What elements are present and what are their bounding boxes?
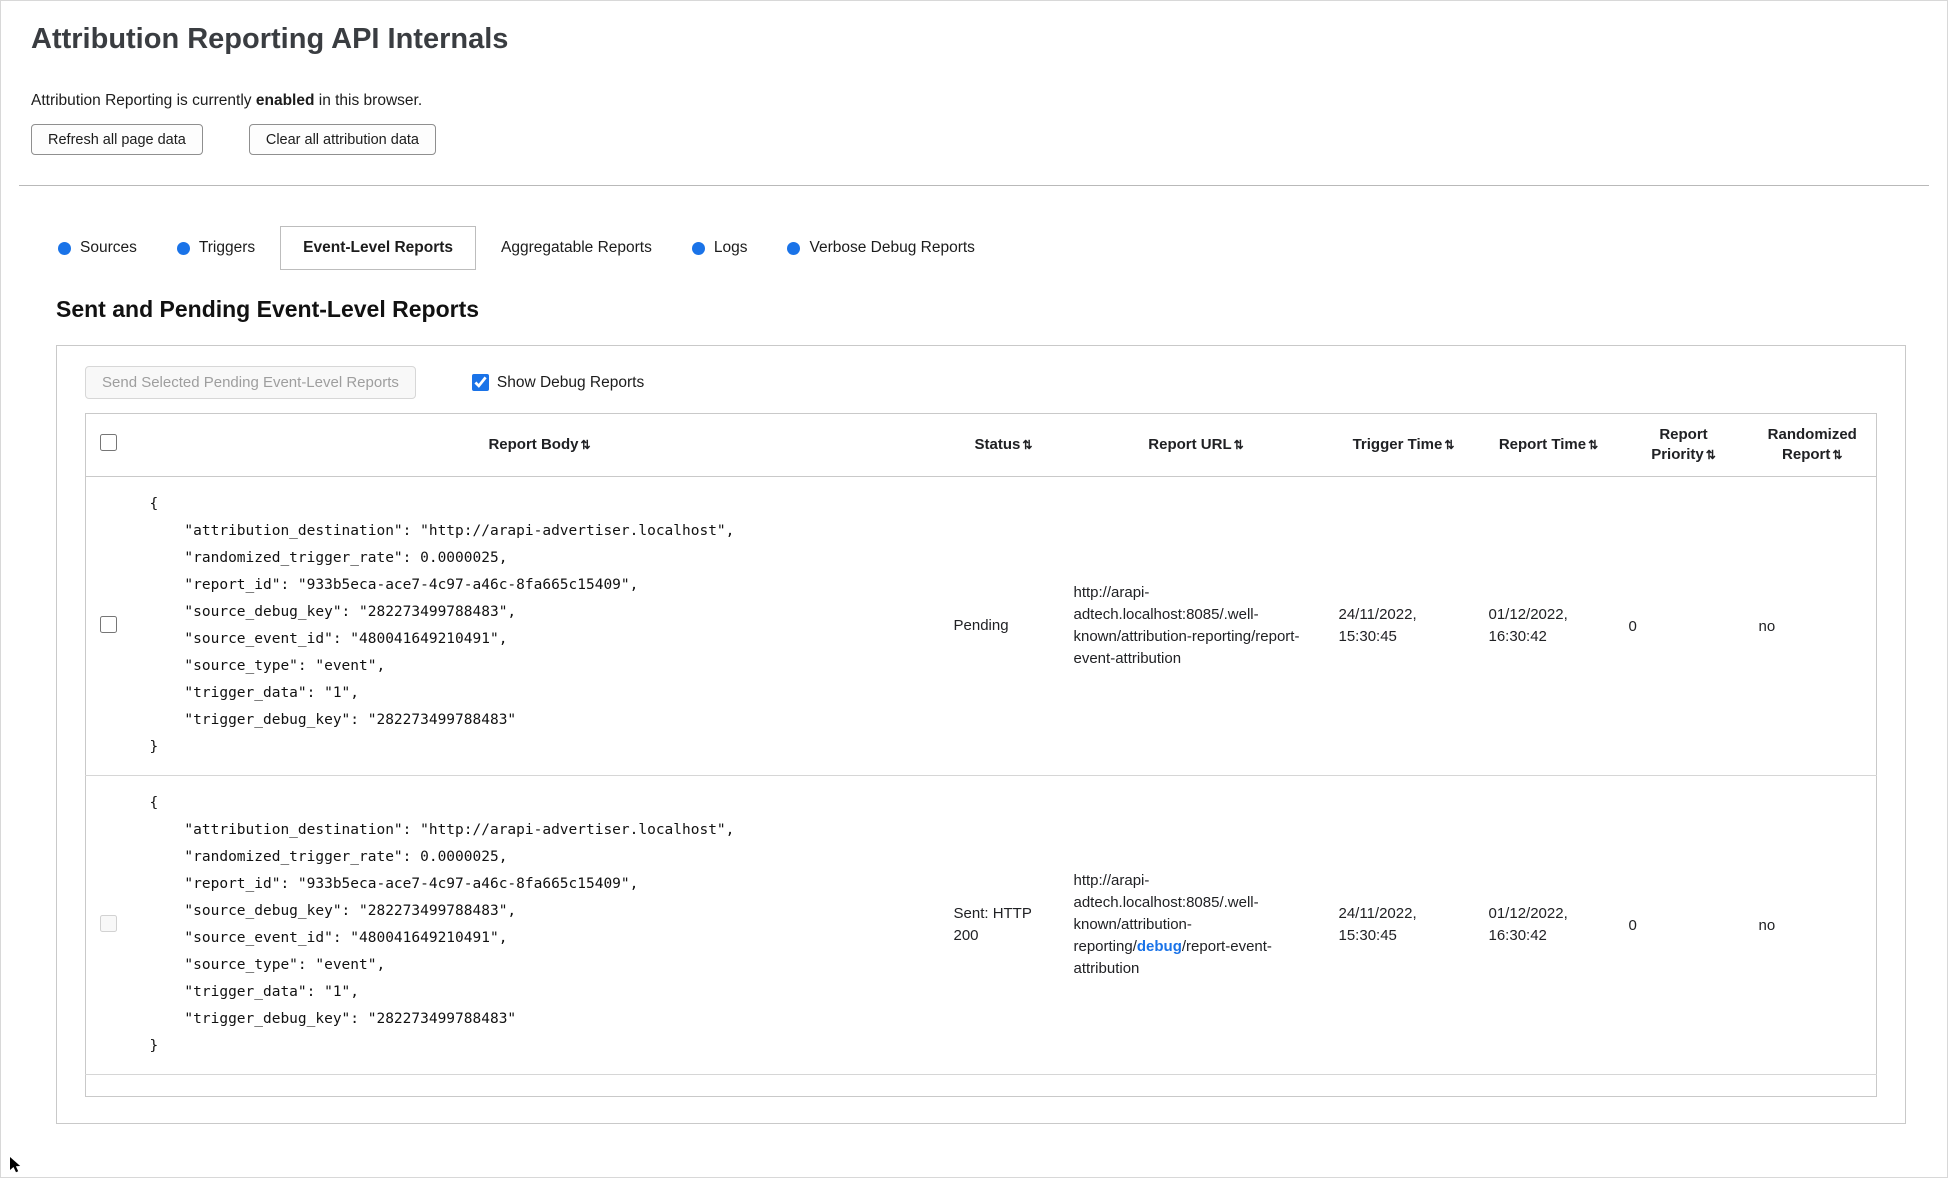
row-select-cell bbox=[86, 477, 136, 776]
row-select-checkbox[interactable] bbox=[100, 615, 117, 633]
sort-icon: ⇅ bbox=[1705, 448, 1716, 462]
attribution-internals-page: Attribution Reporting API Internals Attr… bbox=[0, 0, 1948, 1178]
refresh-all-page-data-button[interactable]: Refresh all page data bbox=[31, 124, 203, 155]
report-time: 01/12/2022, 16:30:42 bbox=[1478, 775, 1619, 1075]
sort-icon: ⇅ bbox=[1588, 438, 1599, 452]
status-enabled-text: enabled bbox=[255, 92, 315, 109]
report-status: Pending bbox=[953, 617, 1009, 634]
report-body-json: { "attribution_destination": "http://ara… bbox=[149, 795, 735, 1054]
status-line: Attribution Reporting is currently enabl… bbox=[31, 92, 1917, 110]
report-row-pending: { "attribution_destination": "http://ara… bbox=[86, 477, 1877, 776]
tab-event-level-reports-label: Event-Level Reports bbox=[303, 239, 454, 256]
tab-aggregatable-reports[interactable]: Aggregatable Reports bbox=[486, 226, 667, 270]
report-url-text: http://arapi-adtech.localhost:8085/.well… bbox=[1073, 584, 1300, 667]
header-report-priority-label: Report Priority bbox=[1651, 426, 1708, 463]
header-status-label: Status bbox=[974, 436, 1021, 453]
sort-icon: ⇅ bbox=[580, 438, 591, 452]
clear-all-attribution-data-button[interactable]: Clear all attribution data bbox=[248, 124, 436, 155]
tab-aggregatable-reports-label: Aggregatable Reports bbox=[501, 239, 652, 256]
sort-icon: ⇅ bbox=[1233, 438, 1244, 452]
header-randomized-report-label: Randomized Report bbox=[1767, 426, 1857, 463]
tab-logs[interactable]: Logs bbox=[677, 226, 763, 270]
header-report-url-label: Report URL bbox=[1148, 436, 1232, 453]
sort-icon: ⇅ bbox=[1444, 438, 1455, 452]
report-body-cell: { "attribution_destination": "http://ara… bbox=[136, 477, 944, 776]
trigger-time: 24/11/2022, 15:30:45 bbox=[1328, 775, 1479, 1075]
randomized-report: no bbox=[1758, 617, 1776, 635]
header-status[interactable]: Status ⇅ bbox=[943, 413, 1064, 477]
report-body-json: { "attribution_destination": "http://ara… bbox=[149, 496, 735, 755]
show-debug-reports-toggle[interactable]: Show Debug Reports bbox=[471, 373, 645, 392]
header-report-body[interactable]: Report Body ⇅ bbox=[135, 413, 944, 477]
sort-icon: ⇅ bbox=[1022, 438, 1033, 452]
page-title: Attribution Reporting API Internals bbox=[31, 23, 509, 55]
header-report-body-label: Report Body bbox=[488, 436, 579, 453]
header-report-time-label: Report Time bbox=[1498, 436, 1587, 453]
trigger-time: 24/11/2022, 15:30:45 bbox=[1338, 606, 1417, 645]
tab-verbose-debug-reports[interactable]: Verbose Debug Reports bbox=[772, 226, 989, 270]
status-prefix: Attribution Reporting is currently bbox=[31, 92, 256, 109]
row-select-checkbox-disabled[interactable] bbox=[100, 914, 117, 932]
tab-sources-label: Sources bbox=[80, 239, 137, 256]
randomized-report: no bbox=[1748, 775, 1877, 1075]
select-all-checkbox[interactable] bbox=[100, 433, 117, 451]
section-title: Sent and Pending Event-Level Reports bbox=[56, 296, 480, 322]
report-url: http://arapi-adtech.localhost:8085/.well… bbox=[1064, 477, 1329, 776]
show-debug-reports-label: Show Debug Reports bbox=[496, 373, 645, 391]
tab-sources[interactable]: Sources bbox=[43, 226, 152, 270]
report-priority: 0 bbox=[1618, 775, 1749, 1075]
header-report-url[interactable]: Report URL ⇅ bbox=[1063, 413, 1329, 477]
triggers-new-data-dot-icon bbox=[176, 241, 190, 255]
report-row-sent: { "attribution_destination": "http://ara… bbox=[85, 775, 1877, 1075]
row-select-cell bbox=[85, 775, 136, 1075]
tab-bar: Sources Triggers Event-Level Reports Agg… bbox=[43, 226, 1917, 270]
sort-icon: ⇅ bbox=[1832, 448, 1843, 462]
tab-triggers-label: Triggers bbox=[198, 239, 256, 256]
table-header-row: Report Body ⇅ Status ⇅ Report URL ⇅ Trigger… bbox=[85, 413, 1877, 477]
report-url: http://arapi-adtech.localhost:8085/.well… bbox=[1063, 775, 1329, 1075]
header-trigger-time[interactable]: Trigger Time ⇅ bbox=[1328, 413, 1479, 477]
send-selected-reports-button[interactable]: Send Selected Pending Event-Level Report… bbox=[85, 366, 416, 399]
report-time: 01/12/2022, 16:30:42 bbox=[1488, 606, 1568, 645]
page-content: Attribution Reporting API Internals Attr… bbox=[1, 1, 1947, 1140]
table-footer-strip bbox=[85, 1074, 1877, 1097]
panel-toolbar: Send Selected Pending Event-Level Report… bbox=[85, 366, 1877, 399]
reports-panel: Send Selected Pending Event-Level Report… bbox=[56, 345, 1906, 1124]
divider bbox=[19, 185, 1929, 186]
show-debug-reports-checkbox[interactable] bbox=[471, 374, 489, 391]
verbose-new-data-dot-icon bbox=[787, 241, 801, 255]
tab-logs-label: Logs bbox=[713, 239, 748, 256]
page-toolbar: Refresh all page data Clear all attribut… bbox=[31, 124, 1917, 155]
logs-new-data-dot-icon bbox=[691, 241, 705, 255]
select-all-header-cell bbox=[85, 413, 136, 477]
status-suffix: in this browser. bbox=[314, 92, 423, 109]
reports-table: Report Body ⇅ Status ⇅ Report URL ⇅ Trigger… bbox=[85, 413, 1877, 1097]
mouse-cursor bbox=[9, 1157, 23, 1173]
tab-triggers[interactable]: Triggers bbox=[162, 226, 270, 270]
header-trigger-time-label: Trigger Time bbox=[1352, 436, 1443, 453]
header-randomized-report[interactable]: Randomized Report ⇅ bbox=[1748, 413, 1877, 477]
report-body-cell: { "attribution_destination": "http://ara… bbox=[135, 775, 944, 1075]
header-report-time[interactable]: Report Time ⇅ bbox=[1478, 413, 1619, 477]
tab-verbose-debug-reports-label: Verbose Debug Reports bbox=[809, 239, 975, 256]
report-priority: 0 bbox=[1628, 617, 1637, 635]
report-url-debug-segment: debug bbox=[1136, 938, 1182, 955]
sources-new-data-dot-icon bbox=[58, 241, 71, 255]
header-report-priority[interactable]: Report Priority ⇅ bbox=[1618, 413, 1749, 477]
tab-event-level-reports[interactable]: Event-Level Reports bbox=[280, 226, 477, 270]
report-status: Sent: HTTP 200 bbox=[943, 775, 1064, 1075]
